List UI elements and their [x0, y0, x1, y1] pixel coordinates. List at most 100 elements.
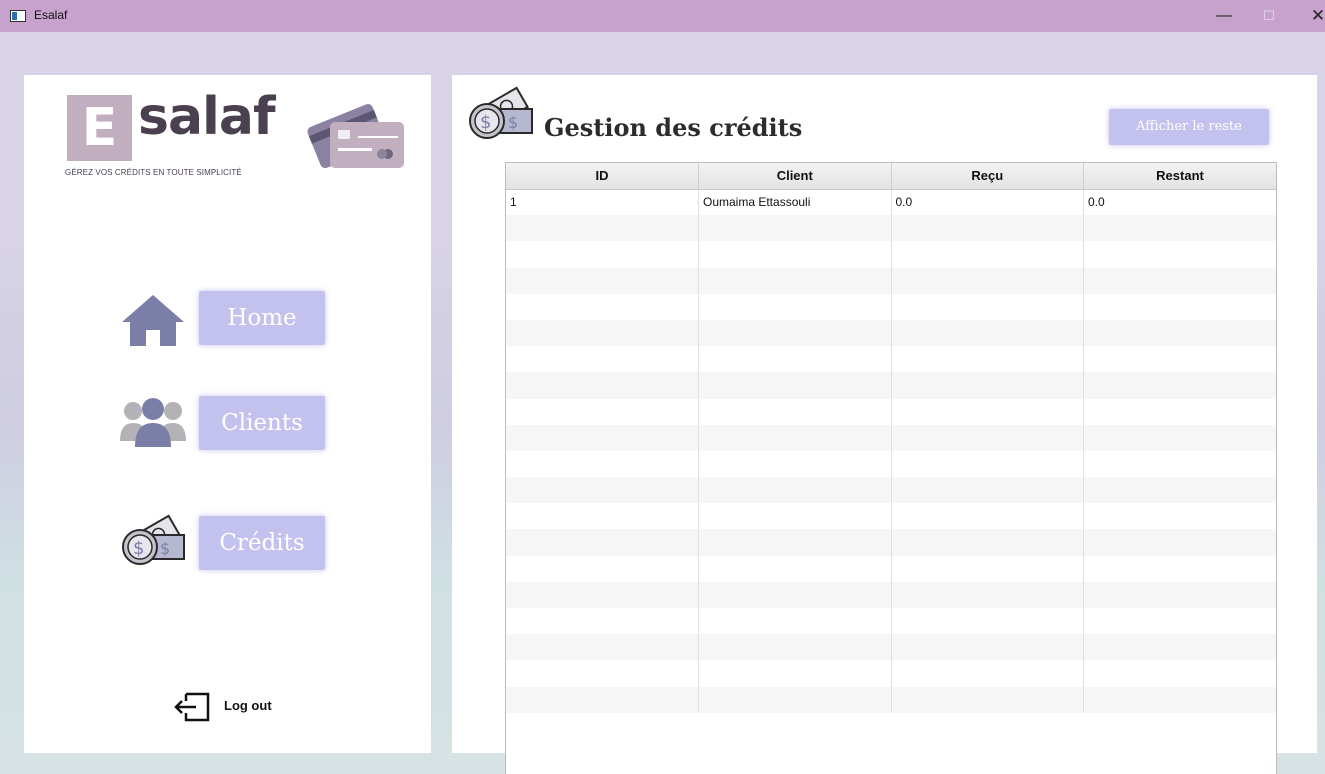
- table-cell[interactable]: [506, 424, 699, 451]
- close-button[interactable]: ✕: [1303, 4, 1325, 28]
- table-cell[interactable]: [506, 686, 699, 713]
- table-cell[interactable]: [698, 608, 892, 635]
- table-cell[interactable]: [506, 293, 699, 320]
- maximize-button[interactable]: ☐: [1254, 4, 1284, 28]
- table-cell[interactable]: [506, 241, 699, 268]
- column-header-remaining[interactable]: Restant: [1083, 163, 1276, 190]
- table-cell[interactable]: [1083, 450, 1276, 478]
- table-row[interactable]: [506, 215, 1276, 242]
- table-cell[interactable]: [891, 450, 1084, 478]
- column-header-received[interactable]: Reçu: [891, 163, 1084, 190]
- table-cell[interactable]: [1083, 529, 1276, 556]
- table-cell[interactable]: [698, 529, 892, 556]
- table-cell[interactable]: [506, 372, 699, 399]
- table-cell[interactable]: [506, 529, 699, 556]
- table-row[interactable]: [506, 319, 1276, 347]
- users-icon[interactable]: [120, 397, 186, 447]
- table-cell[interactable]: [891, 660, 1084, 687]
- logout-button[interactable]: Log out: [172, 692, 292, 722]
- table-cell[interactable]: [698, 319, 892, 347]
- table-row[interactable]: [506, 529, 1276, 556]
- table-cell[interactable]: [1083, 267, 1276, 294]
- table-cell[interactable]: [506, 503, 699, 530]
- table-cell[interactable]: [891, 267, 1084, 294]
- table-row[interactable]: [506, 372, 1276, 399]
- table-cell[interactable]: [698, 267, 892, 294]
- table-cell[interactable]: [698, 372, 892, 399]
- table-cell[interactable]: [698, 293, 892, 320]
- table-cell[interactable]: [506, 398, 699, 425]
- table-cell[interactable]: [506, 477, 699, 504]
- table-cell[interactable]: [1083, 634, 1276, 661]
- minimize-button[interactable]: —: [1209, 4, 1239, 28]
- table-row[interactable]: [506, 398, 1276, 425]
- table-cell[interactable]: [1083, 424, 1276, 451]
- table-row[interactable]: [506, 686, 1276, 713]
- table-cell[interactable]: [1083, 581, 1276, 608]
- table-cell[interactable]: [698, 503, 892, 530]
- table-cell[interactable]: [1083, 503, 1276, 530]
- table-cell[interactable]: 0.0: [891, 189, 1084, 216]
- column-header-id[interactable]: ID: [506, 163, 699, 190]
- table-cell[interactable]: [891, 346, 1084, 373]
- table-row[interactable]: [506, 477, 1276, 504]
- table-cell[interactable]: [698, 581, 892, 608]
- table-cell[interactable]: [1083, 319, 1276, 347]
- table-cell[interactable]: [698, 215, 892, 242]
- table-cell[interactable]: [1083, 477, 1276, 504]
- table-cell[interactable]: [1083, 346, 1276, 373]
- table-cell[interactable]: [506, 267, 699, 294]
- table-cell[interactable]: [1083, 398, 1276, 425]
- table-row[interactable]: [506, 581, 1276, 608]
- table-cell[interactable]: [1083, 608, 1276, 635]
- money-icon[interactable]: $ $: [120, 513, 186, 569]
- table-row[interactable]: [506, 267, 1276, 294]
- table-cell[interactable]: [698, 241, 892, 268]
- table-cell[interactable]: [891, 529, 1084, 556]
- table-cell[interactable]: [506, 319, 699, 347]
- table-cell[interactable]: [1083, 686, 1276, 713]
- table-cell[interactable]: [1083, 215, 1276, 242]
- table-row[interactable]: [506, 450, 1276, 478]
- table-cell[interactable]: [506, 450, 699, 478]
- table-cell[interactable]: [891, 215, 1084, 242]
- table-cell[interactable]: [891, 581, 1084, 608]
- table-row[interactable]: [506, 660, 1276, 687]
- table-cell[interactable]: [506, 215, 699, 242]
- table-cell[interactable]: Oumaima Ettassouli: [698, 189, 892, 216]
- table-cell[interactable]: [1083, 241, 1276, 268]
- table-cell[interactable]: [891, 634, 1084, 661]
- table-cell[interactable]: [698, 477, 892, 504]
- table-cell[interactable]: [698, 555, 892, 582]
- table-cell[interactable]: [506, 608, 699, 635]
- table-cell[interactable]: [891, 686, 1084, 713]
- table-cell[interactable]: [891, 608, 1084, 635]
- table-cell[interactable]: [891, 477, 1084, 504]
- table-cell[interactable]: [891, 555, 1084, 582]
- table-cell[interactable]: [506, 634, 699, 661]
- table-cell[interactable]: [1083, 555, 1276, 582]
- table-row[interactable]: 1 Oumaima Ettassouli 0.0 0.0: [506, 189, 1276, 216]
- table-cell[interactable]: [698, 660, 892, 687]
- table-cell[interactable]: [698, 346, 892, 373]
- table-cell[interactable]: 1: [506, 189, 699, 216]
- table-cell[interactable]: [506, 346, 699, 373]
- table-cell[interactable]: [698, 634, 892, 661]
- table-row[interactable]: [506, 608, 1276, 635]
- table-cell[interactable]: 0.0: [1083, 189, 1276, 216]
- table-cell[interactable]: [891, 372, 1084, 399]
- table-cell[interactable]: [698, 450, 892, 478]
- table-cell[interactable]: [891, 503, 1084, 530]
- table-cell[interactable]: [698, 686, 892, 713]
- table-cell[interactable]: [891, 241, 1084, 268]
- table-row[interactable]: [506, 241, 1276, 268]
- credits-table[interactable]: ID Client Reçu Restant 1 Oumaima Ettassou…: [505, 162, 1277, 774]
- table-cell[interactable]: [1083, 372, 1276, 399]
- table-cell[interactable]: [891, 293, 1084, 320]
- table-cell[interactable]: [506, 581, 699, 608]
- table-cell[interactable]: [1083, 660, 1276, 687]
- nav-credits-button[interactable]: Crédits: [199, 516, 325, 570]
- nav-home-button[interactable]: Home: [199, 291, 325, 345]
- nav-clients-button[interactable]: Clients: [199, 396, 325, 450]
- table-cell[interactable]: [1083, 293, 1276, 320]
